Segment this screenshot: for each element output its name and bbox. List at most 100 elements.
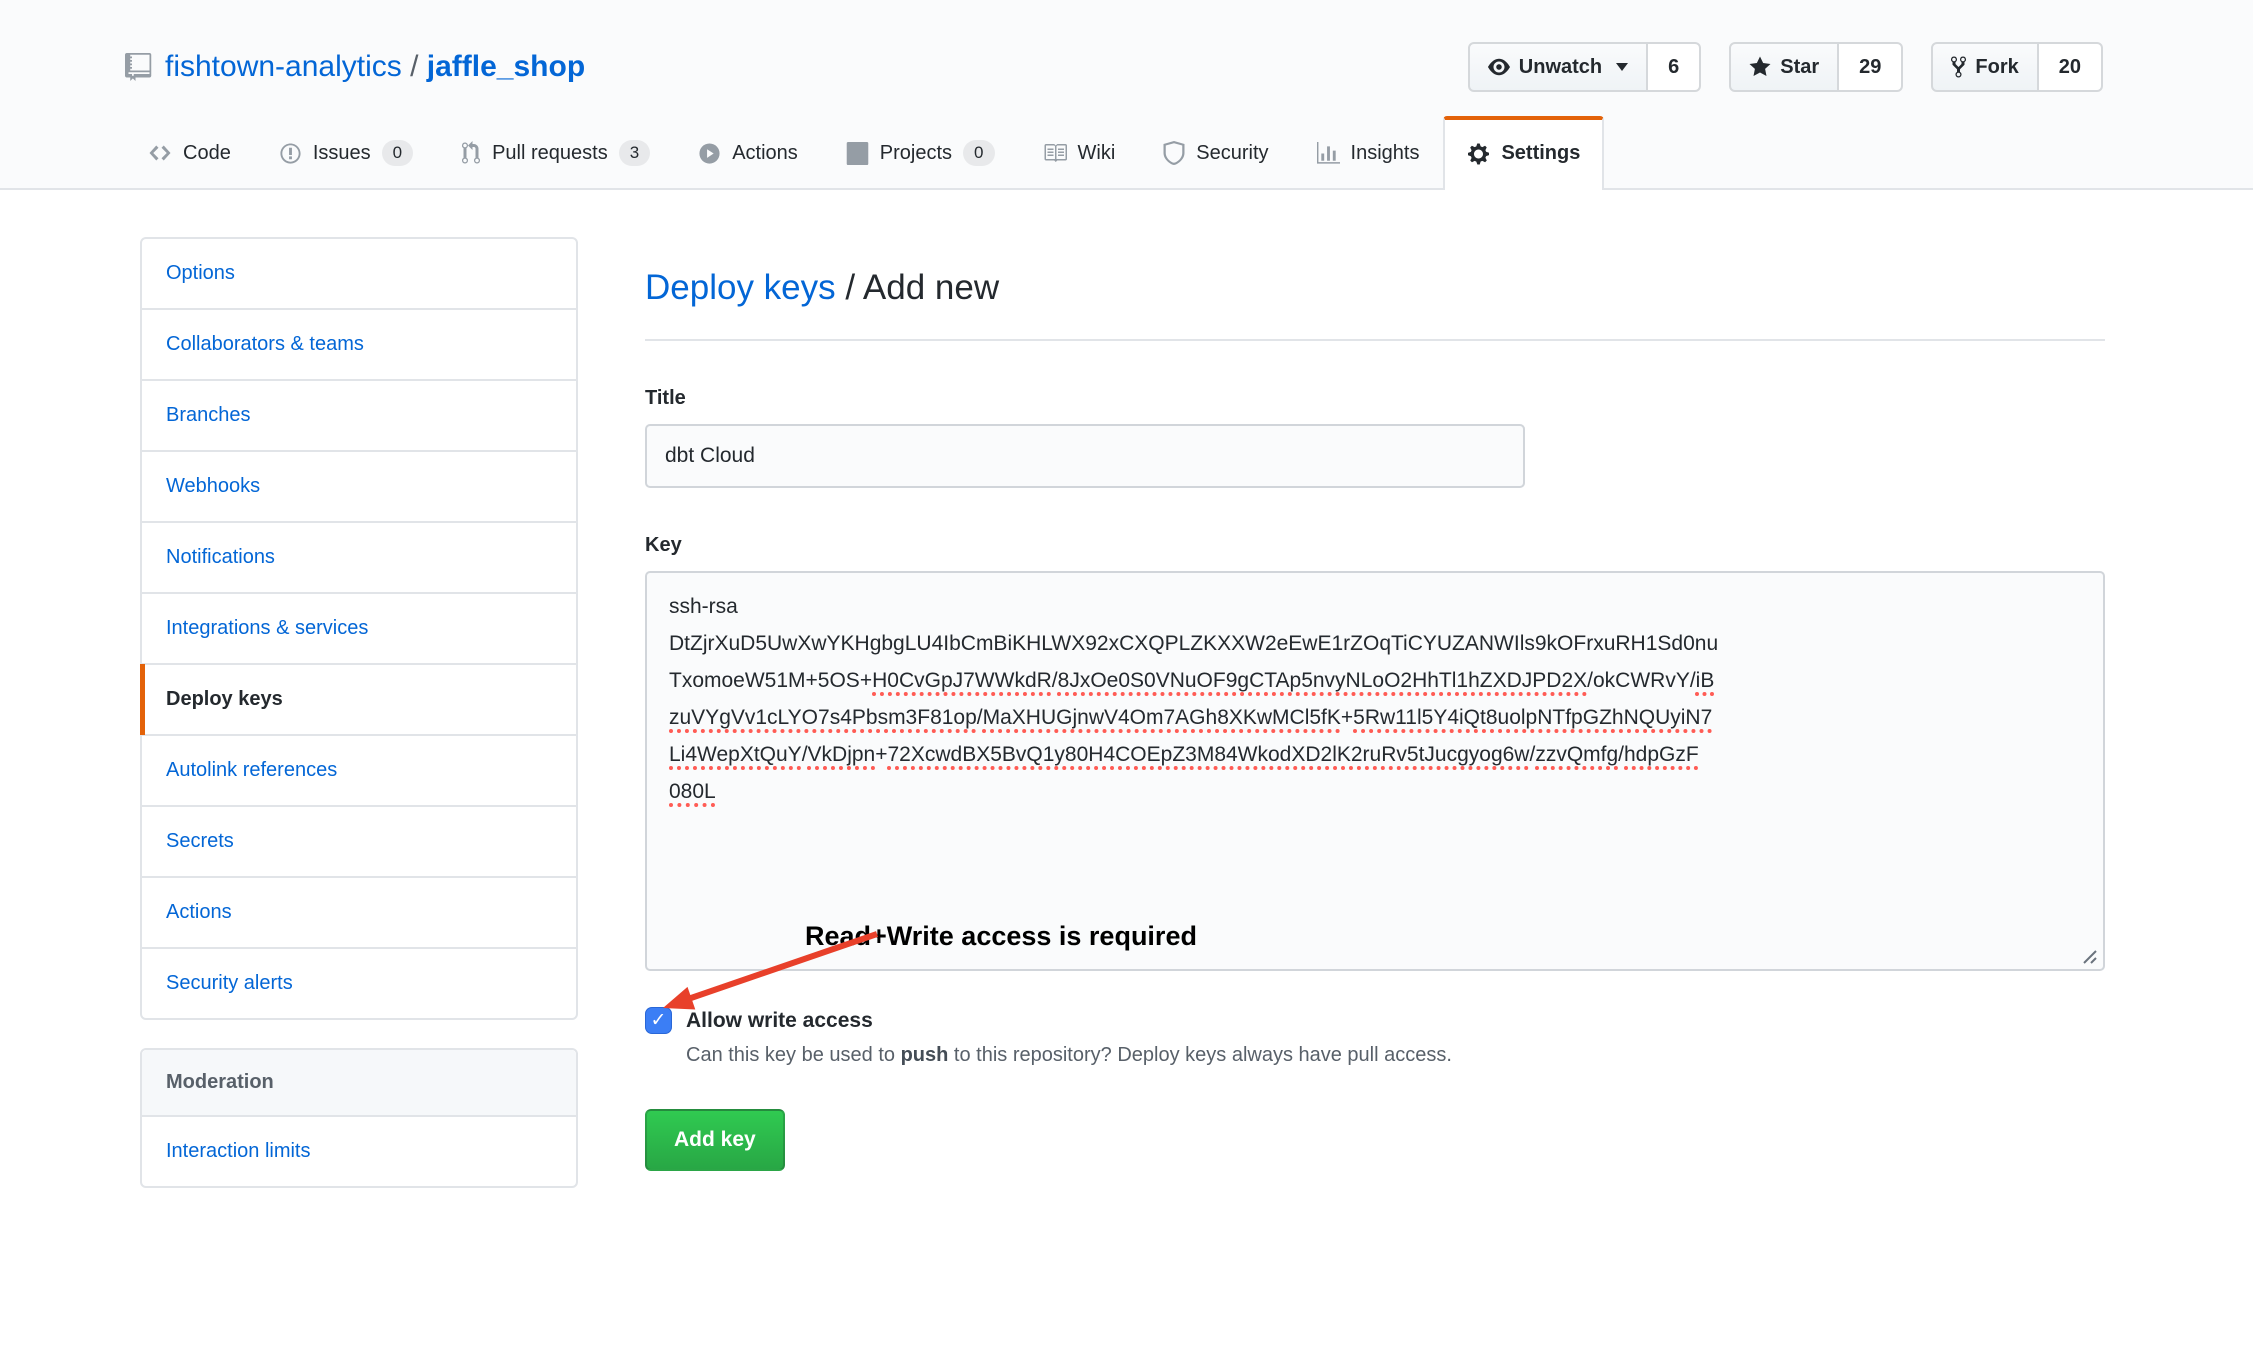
settings-menu: OptionsCollaborators & teamsBranchesWebh… — [140, 237, 578, 1020]
sidebar-item-branches[interactable]: Branches — [142, 381, 576, 452]
play-icon — [698, 142, 721, 165]
fork-icon — [1951, 55, 1966, 79]
repo-separator: / — [402, 50, 427, 84]
unwatch-label: Unwatch — [1519, 56, 1602, 79]
book-icon — [1043, 141, 1067, 165]
tab-label: Security — [1196, 142, 1268, 165]
sidebar-item-interaction-limits[interactable]: Interaction limits — [142, 1117, 576, 1186]
sidebar-item-secrets[interactable]: Secrets — [142, 807, 576, 878]
title-input[interactable] — [645, 424, 1525, 488]
issue-icon — [279, 142, 302, 165]
key-line: zuVYgVv1cLYO7s4Pbsm3F81op/MaXHUGjnwV4Om7… — [669, 699, 2081, 736]
graph-icon — [1317, 142, 1340, 165]
tab-label: Wiki — [1078, 142, 1116, 165]
title-field-label: Title — [645, 387, 2105, 410]
sidebar-item-collaborators-teams[interactable]: Collaborators & teams — [142, 310, 576, 381]
repo-header: fishtown-analytics / jaffle_shop Unwatch… — [0, 0, 2253, 190]
tab-wiki[interactable]: Wiki — [1019, 116, 1140, 188]
divider — [645, 339, 2105, 341]
github-settings-page: fishtown-analytics / jaffle_shop Unwatch… — [0, 0, 2253, 1364]
social-buttons: Unwatch 6 Star 29 Fork 20 — [1468, 42, 2103, 92]
tab-projects[interactable]: Projects 0 — [822, 116, 1019, 188]
star-icon — [1749, 55, 1771, 79]
resize-handle-icon[interactable] — [2074, 940, 2098, 964]
fork-button[interactable]: Fork — [1931, 42, 2038, 92]
tab-insights[interactable]: Insights — [1293, 116, 1444, 188]
misspelled-segment: 5Rw11l5Y4iQt8uolpNTfpGZhNQUyiN7 — [1353, 706, 1712, 729]
allow-write-access-label[interactable]: Allow write access — [686, 1009, 873, 1033]
tab-counter: 3 — [619, 140, 650, 166]
sidebar-item-autolink-references[interactable]: Autolink references — [142, 736, 576, 807]
key-segment: + — [1341, 706, 1353, 729]
eye-icon — [1488, 56, 1510, 78]
misspelled-segment: hdpGzF — [1624, 743, 1699, 766]
star-label: Star — [1780, 56, 1819, 79]
key-segment: DtZjrXuD5UwXwYKHgbgLU4IbCmBiKHLWX92xCXQP… — [669, 632, 1718, 655]
misspelled-segment: VkDjpn — [808, 743, 876, 766]
breadcrumb-separator: / — [836, 268, 863, 307]
repo-icon — [125, 53, 153, 81]
repo-name-link[interactable]: jaffle_shop — [427, 50, 585, 84]
sidebar-item-actions[interactable]: Actions — [142, 878, 576, 949]
settings-sidebar: OptionsCollaborators & teamsBranchesWebh… — [140, 237, 578, 1188]
tab-security[interactable]: Security — [1139, 116, 1292, 188]
moderation-header: Moderation — [142, 1050, 576, 1117]
allow-write-access-checkbox[interactable]: ✓ — [645, 1007, 672, 1034]
key-field-label: Key — [645, 534, 2105, 557]
key-textarea[interactable]: ssh-rsa DtZjrXuD5UwXwYKHgbgLU4IbCmBiKHLWX… — [645, 571, 2105, 971]
key-form-lower: ssh-rsa DtZjrXuD5UwXwYKHgbgLU4IbCmBiKHLWX… — [645, 571, 2105, 1171]
gear-icon — [1467, 142, 1490, 166]
checkmark-icon: ✓ — [651, 1009, 667, 1032]
tab-label: Issues — [313, 142, 371, 165]
sidebar-item-security-alerts[interactable]: Security alerts — [142, 949, 576, 1018]
code-icon — [148, 141, 172, 165]
tab-label: Projects — [880, 142, 952, 165]
tab-counter: 0 — [382, 140, 413, 166]
key-line: Li4WepXtQuY/VkDjpn+72XcwdBX5BvQ1y80H4COE… — [669, 736, 2081, 773]
key-segment: + — [875, 743, 887, 766]
tab-settings[interactable]: Settings — [1443, 116, 1604, 190]
unwatch-count[interactable]: 6 — [1648, 42, 1701, 92]
fork-count[interactable]: 20 — [2039, 42, 2103, 92]
caret-down-icon — [1616, 63, 1628, 71]
sidebar-item-notifications[interactable]: Notifications — [142, 523, 576, 594]
allow-write-access-description: Can this key be used to push to this rep… — [686, 1044, 2105, 1067]
key-line: DtZjrXuD5UwXwYKHgbgLU4IbCmBiKHLWX92xCXQP… — [669, 625, 2081, 662]
settings-content: OptionsCollaborators & teamsBranchesWebh… — [0, 190, 2253, 1188]
key-line: ssh-rsa — [669, 588, 2081, 625]
sidebar-item-integrations-services[interactable]: Integrations & services — [142, 594, 576, 665]
deploy-keys-breadcrumb-link[interactable]: Deploy keys — [645, 268, 836, 307]
sidebar-item-deploy-keys[interactable]: Deploy keys — [142, 665, 576, 736]
star-count[interactable]: 29 — [1839, 42, 1903, 92]
project-icon — [846, 142, 869, 165]
tab-issues[interactable]: Issues 0 — [255, 116, 437, 188]
tab-counter: 0 — [963, 140, 994, 166]
sidebar-item-webhooks[interactable]: Webhooks — [142, 452, 576, 523]
annotation-read-write-required: Read+Write access is required — [805, 921, 1197, 952]
key-segment: TxomoeW51M+5OS+ — [669, 669, 872, 692]
fork-button-group: Fork 20 — [1931, 42, 2103, 92]
repo-owner-link[interactable]: fishtown-analytics — [165, 50, 402, 84]
tab-code[interactable]: Code — [124, 116, 255, 188]
add-key-button[interactable]: Add key — [645, 1109, 785, 1171]
key-line: TxomoeW51M+5OS+H0CvGpJ7WWkdR/8JxOe0S0VNu… — [669, 662, 2081, 699]
sidebar-item-options[interactable]: Options — [142, 239, 576, 310]
fork-label: Fork — [1975, 56, 2018, 79]
unwatch-button[interactable]: Unwatch — [1468, 42, 1648, 92]
shield-icon — [1163, 141, 1185, 165]
star-button[interactable]: Star — [1729, 42, 1839, 92]
tab-label: Settings — [1501, 142, 1580, 165]
tab-actions[interactable]: Actions — [674, 116, 822, 188]
unwatch-button-group: Unwatch 6 — [1468, 42, 1701, 92]
misspelled-segment: 8JxOe0S0VNuOF9gCTAp5nvyNLoO2HhTl1hZXDJPD… — [1058, 669, 1588, 692]
misspelled-segment: iB — [1696, 669, 1715, 692]
repo-title-row: fishtown-analytics / jaffle_shop Unwatch… — [0, 0, 2253, 116]
tab-label: Insights — [1351, 142, 1420, 165]
misspelled-segment: MaXHUGjnwV4Om7AGh8XKwMCl5fK — [983, 706, 1341, 729]
misspelled-segment: Li4WepXtQuY — [669, 743, 802, 766]
tab-pull-requests[interactable]: Pull requests3 — [437, 116, 674, 188]
misspelled-segment: zzvQmfg — [1535, 743, 1618, 766]
misspelled-segment: H0CvGpJ7WWkdR — [872, 669, 1052, 692]
star-button-group: Star 29 — [1729, 42, 1903, 92]
allow-write-access-row: ✓ Allow write access — [645, 1007, 2105, 1034]
